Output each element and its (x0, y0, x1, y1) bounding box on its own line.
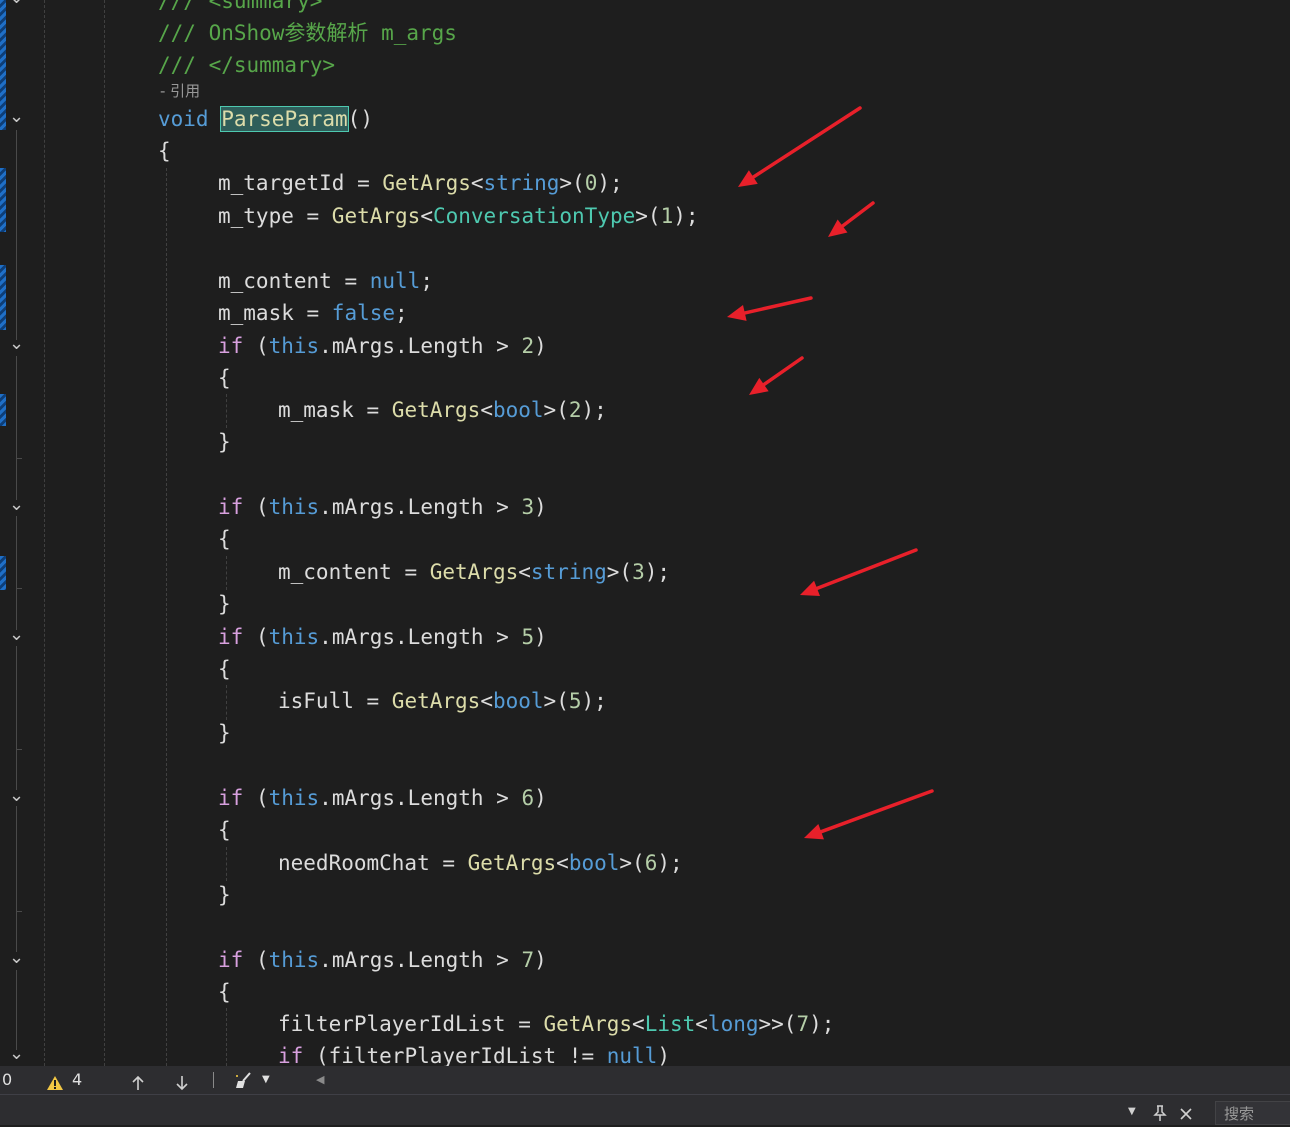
warning-triangle-icon[interactable] (46, 1072, 64, 1090)
red-arrow (800, 548, 918, 596)
pin-icon[interactable] (1153, 1105, 1167, 1121)
status-divider (213, 1072, 214, 1088)
bottom-panel-header: ▼ 搜索 (0, 1094, 1290, 1125)
arrow-up-icon[interactable] (130, 1072, 146, 1090)
code-cleanup-brush-icon[interactable] (234, 1071, 256, 1089)
chevron-down-icon[interactable]: ▼ (262, 1066, 270, 1094)
error-count[interactable]: 0 (2, 1066, 12, 1094)
red-arrow (727, 296, 813, 321)
red-arrow (749, 356, 804, 395)
code-editor[interactable]: ⌄⌄⌄⌄⌄⌄⌄⌄ /// <summary>/// OnShow参数解析 m_a… (0, 0, 1290, 1066)
chevron-down-icon[interactable]: ▼ (1128, 1101, 1136, 1123)
red-arrow (804, 789, 934, 840)
search-input[interactable]: 搜索 (1215, 1101, 1290, 1125)
scroll-left-icon[interactable]: ◀ (316, 1066, 324, 1094)
red-arrow (828, 201, 875, 237)
red-arrow (738, 106, 862, 187)
warning-count[interactable]: 4 (72, 1066, 82, 1094)
status-bar: 0 4 ▼ ◀ (0, 1066, 1290, 1094)
annotation-arrows (727, 106, 934, 840)
arrow-down-icon[interactable] (174, 1072, 190, 1091)
close-icon[interactable] (1179, 1105, 1193, 1120)
